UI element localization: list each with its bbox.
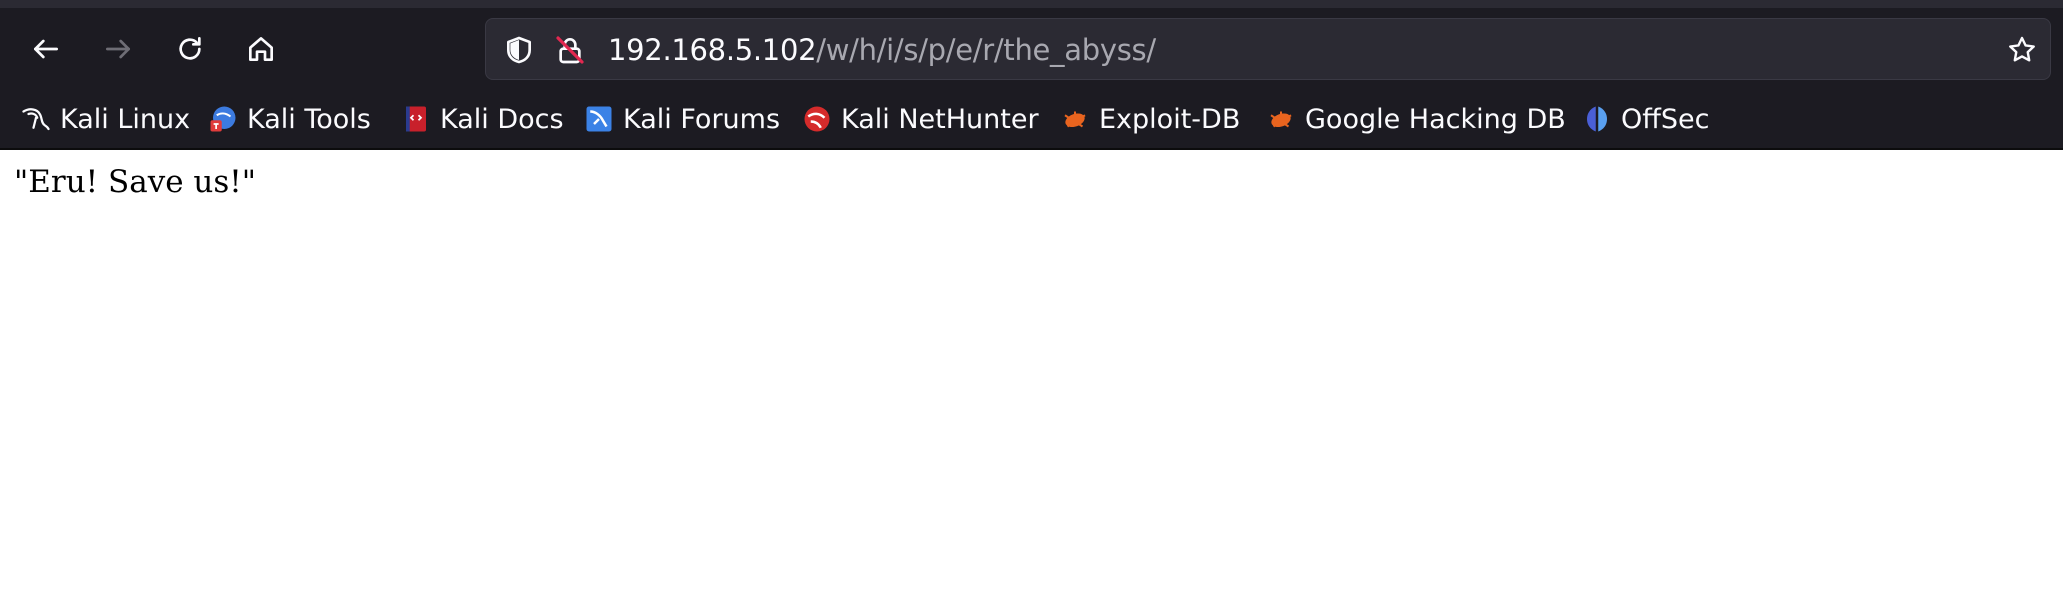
bookmarks-toolbar: Kali Linux Kali Tools Kali Docs Kali For… xyxy=(0,96,2063,142)
ghdb-icon xyxy=(1265,103,1297,135)
bookmark-kali-forums[interactable]: Kali Forums xyxy=(583,96,780,142)
page-body-text: "Eru! Save us!" xyxy=(14,164,257,200)
navigation-toolbar: 192.168.5.102/w/h/i/s/p/e/r/the_abyss/ xyxy=(0,14,2063,84)
kali-forums-icon xyxy=(583,103,615,135)
bookmark-label: Kali NetHunter xyxy=(841,103,1039,135)
bookmark-kali-linux[interactable]: Kali Linux xyxy=(20,96,190,142)
kali-nethunter-icon xyxy=(801,103,833,135)
arrow-left-icon xyxy=(34,39,58,59)
tracking-protection-shield-icon[interactable] xyxy=(501,32,537,68)
bookmark-label: Kali Linux xyxy=(60,103,191,135)
bookmark-label: Exploit-DB xyxy=(1099,103,1241,135)
url-path: /w/h/i/s/p/e/r/the_abyss/ xyxy=(816,33,1156,67)
forward-button[interactable] xyxy=(93,24,143,74)
bookmark-label: Google Hacking DB xyxy=(1305,103,1566,135)
bookmark-offsec[interactable]: OffSec xyxy=(1581,96,1709,142)
kali-docs-icon xyxy=(400,103,432,135)
home-icon xyxy=(249,37,273,61)
bookmark-label: Kali Forums xyxy=(623,103,781,135)
browser-chrome: 192.168.5.102/w/h/i/s/p/e/r/the_abyss/ K… xyxy=(0,0,2063,150)
insecure-lock-icon[interactable] xyxy=(552,32,588,68)
page-content: "Eru! Save us!" xyxy=(0,150,2063,603)
bookmark-kali-tools[interactable]: Kali Tools xyxy=(207,96,371,142)
bookmark-star-icon[interactable] xyxy=(2004,32,2040,68)
bookmark-label: Kali Tools xyxy=(247,103,371,135)
url-text[interactable]: 192.168.5.102/w/h/i/s/p/e/r/the_abyss/ xyxy=(608,19,1156,81)
address-bar[interactable]: 192.168.5.102/w/h/i/s/p/e/r/the_abyss/ xyxy=(485,18,2051,80)
url-host: 192.168.5.102 xyxy=(608,33,817,67)
reload-icon xyxy=(179,37,201,60)
kali-dragon-icon xyxy=(20,103,52,135)
bookmark-kali-nethunter[interactable]: Kali NetHunter xyxy=(801,96,1039,142)
home-button[interactable] xyxy=(236,24,286,74)
tab-strip xyxy=(0,0,2063,8)
kali-tools-icon xyxy=(207,103,239,135)
bookmark-label: Kali Docs xyxy=(440,103,564,135)
exploit-db-icon xyxy=(1059,103,1091,135)
arrow-right-icon xyxy=(106,39,130,59)
offsec-icon xyxy=(1581,103,1613,135)
back-button[interactable] xyxy=(21,24,71,74)
reload-button[interactable] xyxy=(165,24,215,74)
bookmark-google-hacking-db[interactable]: Google Hacking DB xyxy=(1265,96,1566,142)
bookmark-exploit-db[interactable]: Exploit-DB xyxy=(1059,96,1240,142)
bookmark-label: OffSec xyxy=(1621,103,1710,135)
bookmark-kali-docs[interactable]: Kali Docs xyxy=(400,96,564,142)
